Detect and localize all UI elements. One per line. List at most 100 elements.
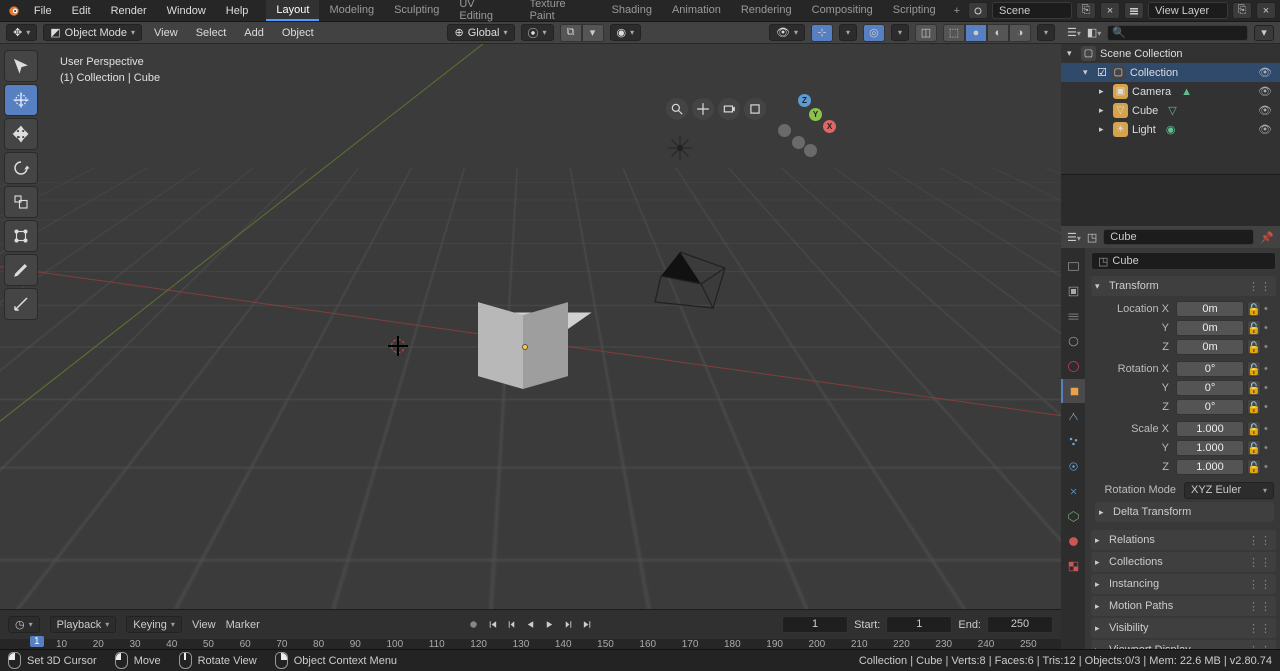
viewport-menu-add[interactable]: Add (238, 27, 270, 39)
scene-new-button[interactable]: ⎘ (1076, 2, 1096, 19)
axis-x-icon[interactable]: X (823, 120, 836, 133)
tool-transform[interactable] (4, 220, 38, 252)
outliner-editor-type[interactable]: ☰▾ (1067, 26, 1081, 39)
workspace-tab-texturepaint[interactable]: Texture Paint (520, 0, 602, 21)
viewlayer-name-field[interactable]: View Layer (1148, 2, 1228, 19)
jump-end-button[interactable] (580, 617, 596, 633)
panel-visibility[interactable]: ▸Visibility⋮⋮ (1091, 618, 1276, 638)
menu-render[interactable]: Render (101, 0, 157, 21)
outliner-filter-button[interactable]: ▾ (1254, 25, 1274, 41)
lock-rotation-x[interactable]: 🔓 (1247, 361, 1261, 377)
proptab-texture[interactable] (1061, 554, 1085, 578)
editor-type-dropdown[interactable]: ✥▾ (6, 24, 37, 41)
tool-rotate[interactable] (4, 152, 38, 184)
outliner-search-input[interactable]: 🔍 (1107, 25, 1248, 41)
overlays-options[interactable]: ▾ (891, 24, 909, 41)
proptab-scene[interactable] (1061, 329, 1085, 353)
pin-icon[interactable]: 📌 (1260, 231, 1274, 244)
tool-cursor[interactable] (4, 84, 38, 116)
end-frame-field[interactable]: 250 (987, 616, 1053, 633)
gizmo-options[interactable]: ▾ (839, 24, 857, 41)
tool-select-box[interactable] (4, 50, 38, 82)
shading-options[interactable]: ▾ (1037, 24, 1055, 41)
menu-file[interactable]: File (24, 0, 62, 21)
interaction-mode-dropdown[interactable]: ◩ Object Mode ▾ (43, 24, 142, 41)
outliner-item-cube[interactable]: ▸▽ Cube ▽ 👁 (1061, 101, 1280, 120)
snap-toggle[interactable]: ⧉ (560, 24, 582, 42)
workspace-add-button[interactable]: + (946, 0, 968, 21)
panel-viewport-display[interactable]: ▸Viewport Display⋮⋮ (1091, 640, 1276, 649)
next-keyframe-button[interactable] (561, 617, 577, 633)
object-visibility-dropdown[interactable]: 👁▾ (769, 24, 805, 41)
shading-wireframe[interactable]: ⬚ (943, 24, 965, 42)
workspace-tab-layout[interactable]: Layout (266, 0, 319, 21)
visibility-toggle-icon[interactable]: 👁 (1258, 123, 1272, 136)
perspective-toggle-button[interactable] (744, 98, 766, 120)
lock-rotation-y[interactable]: 🔓 (1247, 380, 1261, 396)
workspace-tab-scripting[interactable]: Scripting (883, 0, 946, 21)
object-data-browse[interactable]: ◳ (1087, 231, 1097, 244)
proptab-modifiers[interactable] (1061, 404, 1085, 428)
shading-solid[interactable]: ● (965, 24, 987, 42)
timeline-marker-menu[interactable]: Marker (226, 619, 260, 631)
outliner-item-camera[interactable]: ▸▣ Camera ▲ 👁 (1061, 82, 1280, 101)
panel-instancing[interactable]: ▸Instancing⋮⋮ (1091, 574, 1276, 594)
field-scale-z[interactable]: 1.000 (1176, 459, 1244, 475)
viewlayer-new-button[interactable]: ⎘ (1232, 2, 1252, 19)
autokey-toggle[interactable] (466, 617, 482, 633)
viewlayer-browse-icon[interactable] (1124, 2, 1144, 19)
overlays-toggle[interactable]: ◎ (863, 24, 885, 42)
field-scale-y[interactable]: 1.000 (1176, 440, 1244, 456)
lock-location-x[interactable]: 🔓 (1247, 301, 1261, 317)
field-scale-x[interactable]: 1.000 (1176, 421, 1244, 437)
proptab-constraints[interactable] (1061, 479, 1085, 503)
axis-neg-x-icon[interactable] (778, 124, 791, 137)
shading-rendered[interactable]: ◑ (1009, 24, 1031, 42)
tool-measure[interactable] (4, 288, 38, 320)
lock-scale-x[interactable]: 🔓 (1247, 421, 1261, 437)
proptab-material[interactable] (1061, 529, 1085, 553)
camera-view-button[interactable] (718, 98, 740, 120)
panel-transform-header[interactable]: ▾Transform⋮⋮ (1091, 276, 1276, 296)
tool-move[interactable] (4, 118, 38, 150)
zoom-button[interactable] (666, 98, 688, 120)
pivot-dropdown[interactable]: ⦿▾ (521, 24, 554, 41)
lock-location-z[interactable]: 🔓 (1247, 339, 1261, 355)
prev-keyframe-button[interactable] (504, 617, 520, 633)
lock-location-y[interactable]: 🔓 (1247, 320, 1261, 336)
outliner-scene-collection[interactable]: ▾▢ Scene Collection (1061, 44, 1280, 63)
timeline-editor-type[interactable]: ◷▾ (8, 616, 40, 633)
lock-scale-z[interactable]: 🔓 (1247, 459, 1261, 475)
proptab-object[interactable] (1061, 379, 1085, 403)
workspace-tab-sculpting[interactable]: Sculpting (384, 0, 449, 21)
properties-object-name[interactable]: Cube (1103, 229, 1254, 245)
timeline-playback-dropdown[interactable]: Playback▾ (50, 616, 117, 633)
outliner-item-light[interactable]: ▸☀ Light ◉ 👁 (1061, 120, 1280, 139)
object-name-field[interactable]: ◳Cube (1091, 252, 1276, 270)
orbit-gizmo[interactable]: Z Y X (776, 94, 836, 154)
proptab-particles[interactable] (1061, 429, 1085, 453)
light-object[interactable] (670, 138, 690, 158)
start-frame-field[interactable]: 1 (886, 616, 952, 633)
lock-rotation-z[interactable]: 🔓 (1247, 399, 1261, 415)
proptab-mesh[interactable] (1061, 504, 1085, 528)
panel-collections[interactable]: ▸Collections⋮⋮ (1091, 552, 1276, 572)
rotation-mode-dropdown[interactable]: XYZ Euler▾ (1184, 482, 1274, 499)
snap-options[interactable]: ▾ (582, 24, 604, 42)
tool-scale[interactable] (4, 186, 38, 218)
menu-help[interactable]: Help (216, 0, 259, 21)
proptab-world[interactable] (1061, 354, 1085, 378)
axis-z-icon[interactable]: Z (798, 94, 811, 107)
lock-scale-y[interactable]: 🔓 (1247, 440, 1261, 456)
proptab-physics[interactable] (1061, 454, 1085, 478)
visibility-toggle-icon[interactable]: 👁 (1258, 66, 1272, 79)
viewport-menu-select[interactable]: Select (190, 27, 233, 39)
orientation-dropdown[interactable]: ⊕ Global ▾ (447, 24, 514, 41)
timeline-view-menu[interactable]: View (192, 619, 216, 631)
gizmo-toggle[interactable]: ⊹ (811, 24, 833, 42)
viewlayer-delete-button[interactable]: × (1256, 2, 1276, 19)
workspace-tab-modeling[interactable]: Modeling (319, 0, 384, 21)
jump-start-button[interactable] (485, 617, 501, 633)
field-location-x[interactable]: 0m (1176, 301, 1244, 317)
visibility-toggle-icon[interactable]: 👁 (1258, 85, 1272, 98)
